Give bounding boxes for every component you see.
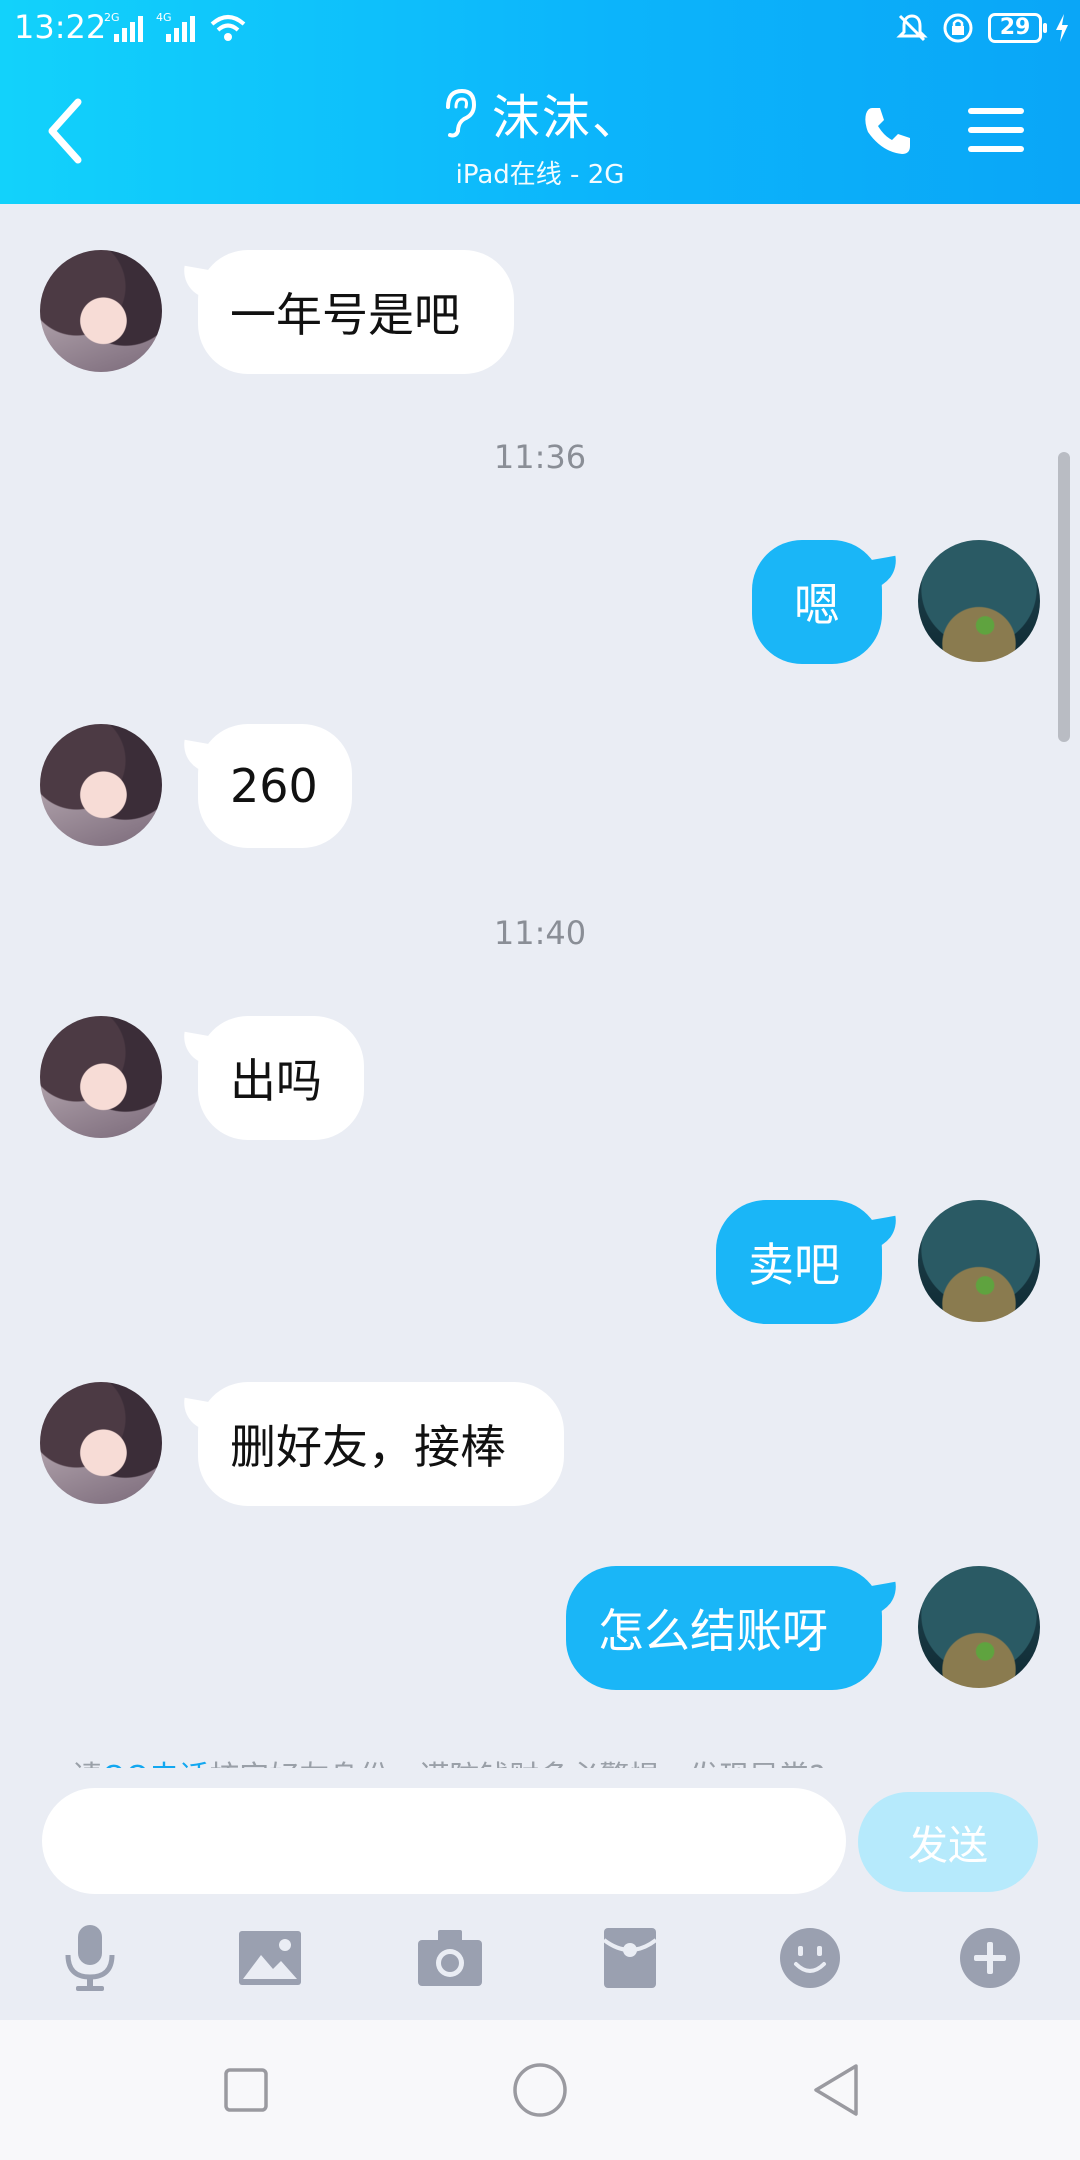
title-block: 沫沫、 iPad在线 - 2G	[0, 78, 1080, 191]
menu-icon[interactable]	[968, 106, 1024, 154]
contact-avatar[interactable]	[40, 1382, 162, 1504]
message-input[interactable]	[42, 1788, 846, 1894]
emoji-icon[interactable]	[770, 1918, 850, 1998]
signal-2g-icon: 2G	[104, 11, 143, 42]
status-bar: 13:22 2G 4G 29	[0, 0, 1080, 56]
my-avatar[interactable]	[918, 540, 1040, 662]
contact-avatar[interactable]	[40, 724, 162, 846]
ear-icon[interactable]	[438, 87, 478, 139]
outgoing-message-bubble[interactable]: 怎么结账呀	[566, 1566, 882, 1690]
notice-suffix: 核实好友身份，谨防钱财多必警惕，发现异常?	[209, 1760, 825, 1768]
camera-icon[interactable]	[410, 1918, 490, 1998]
microphone-icon[interactable]	[50, 1918, 130, 1998]
message-text: 删好友，接棒	[230, 1420, 506, 1474]
outgoing-message-bubble[interactable]: 嗯	[752, 540, 882, 664]
status-time: 13:22	[14, 8, 107, 46]
mute-bell-icon	[896, 14, 928, 42]
message-text: 260	[230, 759, 318, 813]
message-text: 卖吧	[748, 1238, 840, 1292]
home-icon[interactable]	[510, 2060, 570, 2120]
rotation-lock-icon	[943, 13, 973, 43]
notice-prefix: 请	[72, 1760, 102, 1768]
notice-link[interactable]: QQ电话	[102, 1760, 209, 1768]
phone-icon[interactable]	[860, 104, 914, 158]
input-bar: 发送	[0, 1768, 1080, 2020]
contact-avatar[interactable]	[40, 250, 162, 372]
message-text: 怎么结账呀	[598, 1604, 828, 1658]
network-1-label: 2G	[104, 11, 120, 24]
status-right: 29	[896, 8, 1068, 48]
image-icon[interactable]	[230, 1918, 310, 1998]
incoming-message-bubble[interactable]: 260	[198, 724, 352, 848]
back-icon[interactable]	[806, 2060, 866, 2120]
my-avatar[interactable]	[918, 1566, 1040, 1688]
charging-icon	[1056, 14, 1068, 42]
wifi-icon	[210, 15, 246, 41]
message-timestamp: 11:40	[493, 914, 587, 952]
signal-4g-icon: 4G	[156, 11, 195, 42]
send-button[interactable]: 发送	[858, 1792, 1038, 1892]
plus-icon[interactable]	[950, 1918, 1030, 1998]
online-status: iPad在线 - 2G	[455, 160, 625, 190]
message-text: 出吗	[230, 1054, 322, 1108]
chat-header: 13:22 2G 4G 29 沫沫、 iPad在线 - 2G	[0, 0, 1080, 204]
contact-avatar[interactable]	[40, 1016, 162, 1138]
message-timestamp: 11:36	[493, 438, 587, 476]
signal-indicators: 2G 4G	[104, 8, 248, 44]
contact-name[interactable]: 沫沫、	[492, 78, 642, 148]
chat-scrollbar[interactable]	[1058, 452, 1070, 742]
message-text: 嗯	[794, 578, 840, 632]
input-toolbar	[0, 1918, 1080, 2018]
red-packet-icon[interactable]	[590, 1918, 670, 1998]
system-nav-bar	[0, 2020, 1080, 2160]
recent-apps-icon[interactable]	[216, 2060, 276, 2120]
incoming-message-bubble[interactable]: 出吗	[198, 1016, 364, 1140]
network-2-label: 4G	[156, 11, 172, 24]
incoming-message-bubble[interactable]: 删好友，接棒	[198, 1382, 564, 1506]
outgoing-message-bubble[interactable]: 卖吧	[716, 1200, 882, 1324]
chat-area[interactable]: 一年号是吧 11:36 嗯 260 11:40 出吗 卖吧 删好友，接棒 怎么结…	[0, 204, 1080, 1768]
safety-notice: 请QQ电话核实好友身份，谨防钱财多必警惕，发现异常?	[72, 1752, 1002, 1768]
incoming-message-bubble[interactable]: 一年号是吧	[198, 250, 514, 374]
battery-indicator: 29	[988, 13, 1047, 43]
message-text: 一年号是吧	[230, 288, 460, 342]
my-avatar[interactable]	[918, 1200, 1040, 1322]
